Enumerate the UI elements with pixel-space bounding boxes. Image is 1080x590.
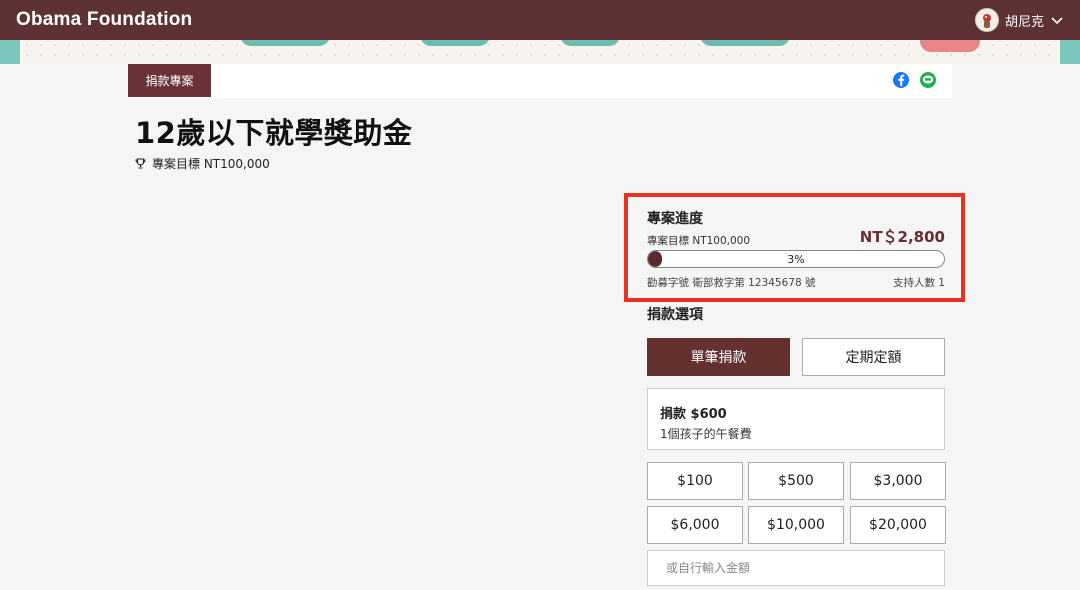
- amount-option-500[interactable]: $500: [748, 462, 844, 500]
- chevron-down-icon[interactable]: [1050, 13, 1064, 27]
- progress-bar: 3%: [647, 250, 945, 268]
- hero-banner: [0, 40, 1080, 64]
- amount-option-10000[interactable]: $10,000: [748, 506, 844, 544]
- user-menu[interactable]: 胡尼克: [974, 8, 1064, 32]
- amount-option-20000[interactable]: $20,000: [850, 506, 946, 544]
- project-goal: 專案目標 NT100,000: [135, 155, 270, 172]
- recurring-donation-tab[interactable]: 定期定額: [802, 338, 945, 376]
- amount-option-6000[interactable]: $6,000: [647, 506, 743, 544]
- progress-percent: 3%: [787, 252, 805, 266]
- project-header-panel: [128, 64, 952, 98]
- selected-donation-description: 1個孩子的午餐費: [660, 427, 752, 441]
- progress-goal: 專案目標 NT100,000: [647, 235, 751, 247]
- progress-title: 專案進度: [647, 211, 703, 227]
- page-title: 12歲以下就學獎助金: [135, 116, 413, 150]
- custom-amount-input[interactable]: [647, 550, 945, 586]
- avatar-image: [982, 14, 991, 28]
- single-donation-tab[interactable]: 單筆捐款: [647, 338, 790, 376]
- permit-number: 勸募字號 衛部救字第 12345678 號: [647, 277, 816, 289]
- brand-logo[interactable]: Obama Foundation: [16, 9, 192, 31]
- line-icon[interactable]: [920, 72, 936, 88]
- raised-amount: NT＄2,800: [859, 228, 945, 246]
- supporter-count: 支持人數 1: [892, 277, 945, 289]
- amount-option-3000[interactable]: $3,000: [850, 462, 946, 500]
- selected-donation-amount: 捐款 $600: [660, 407, 727, 422]
- donation-options-title: 捐款選項: [647, 307, 703, 323]
- top-nav-bar: Obama Foundation 胡尼克: [0, 0, 1080, 40]
- avatar[interactable]: [974, 8, 999, 32]
- amount-option-100[interactable]: $100: [647, 462, 743, 500]
- facebook-icon[interactable]: [893, 72, 909, 88]
- trophy-icon: [135, 158, 146, 169]
- project-tag[interactable]: 捐款專案: [128, 64, 211, 97]
- user-name[interactable]: 胡尼克: [1005, 11, 1044, 30]
- selected-donation-card[interactable]: 捐款 $600 1個孩子的午餐費: [647, 388, 945, 450]
- project-goal-text: 專案目標 NT100,000: [152, 157, 270, 171]
